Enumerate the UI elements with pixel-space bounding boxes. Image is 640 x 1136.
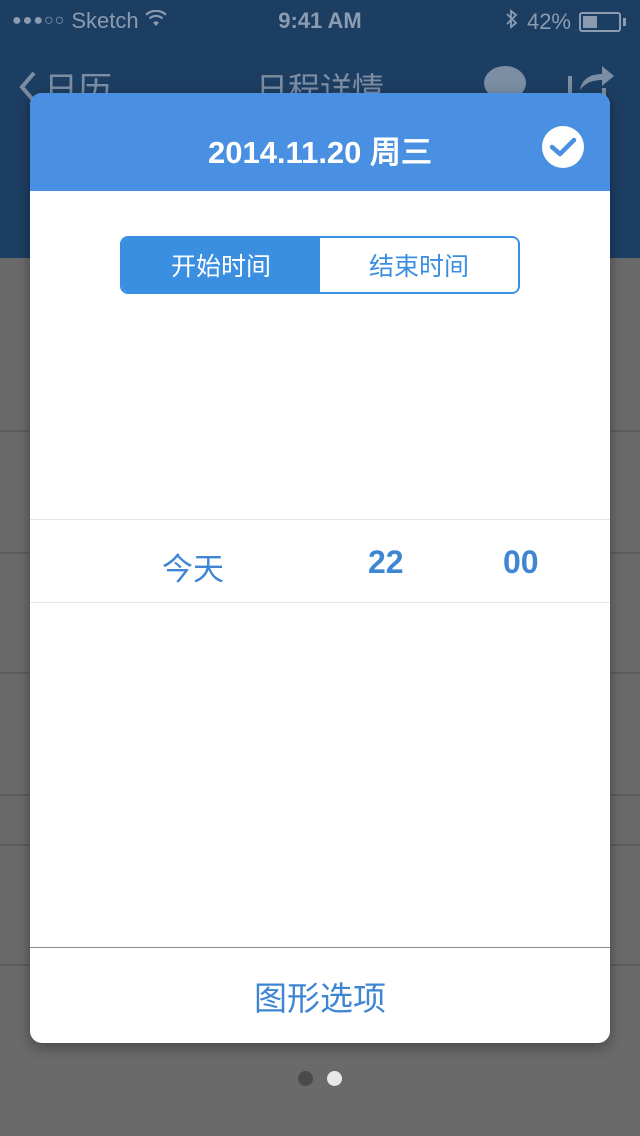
- battery-percent: 42%: [526, 9, 571, 34]
- battery-tip: [623, 18, 626, 26]
- date-time-picker-modal: 2014.11.20 周三 开始时间 结束时间 今天 22 00 图形选项: [30, 93, 610, 1043]
- modal-header: 2014.11.20 周三: [30, 93, 610, 191]
- end-time-tab[interactable]: 结束时间: [320, 238, 518, 292]
- start-time-tab[interactable]: 开始时间: [122, 238, 320, 292]
- battery-icon: [579, 12, 621, 32]
- minute-wheel-value[interactable]: 00: [503, 544, 539, 581]
- page-dot-active[interactable]: [327, 1071, 342, 1086]
- day-wheel-value[interactable]: 今天: [162, 544, 224, 589]
- page-indicator: [0, 1071, 640, 1087]
- picker-selected-row[interactable]: 今天 22 00: [30, 519, 610, 603]
- status-right-group: 42%: [505, 8, 626, 36]
- checkmark-icon: [549, 137, 577, 157]
- graphic-options-button[interactable]: 图形选项: [30, 948, 610, 1043]
- status-bar: ●●●○○ Sketch 9:41 AM 42%: [0, 0, 640, 40]
- hour-wheel-value[interactable]: 22: [368, 544, 404, 581]
- bluetooth-icon: [505, 8, 519, 36]
- modal-title: 2014.11.20 周三: [207, 135, 433, 170]
- battery-level: [583, 16, 597, 28]
- page-dot[interactable]: [298, 1071, 313, 1086]
- time-segment-control: 开始时间 结束时间: [120, 236, 520, 294]
- confirm-button[interactable]: [542, 126, 584, 168]
